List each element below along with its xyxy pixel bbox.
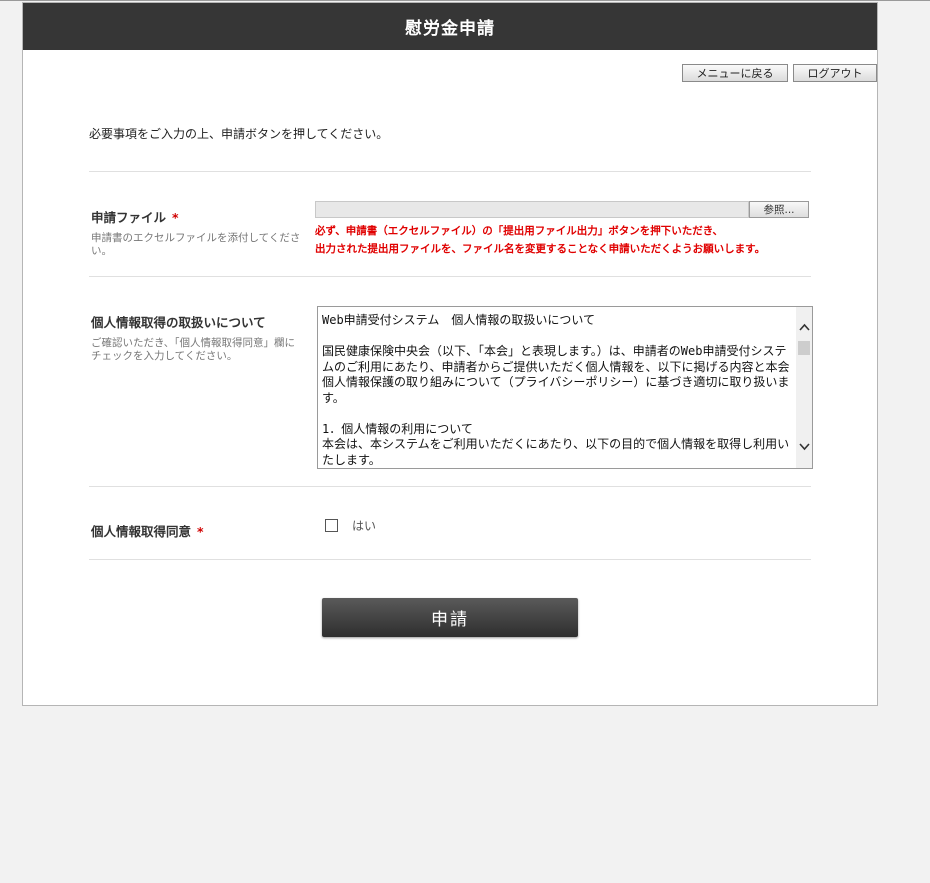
privacy-policy-textarea[interactable]: Web申請受付システム 個人情報の取扱いについて 国民健康保険中央会（以下、「本… — [317, 306, 813, 469]
intro-text: 必要事項をご入力の上、申請ボタンを押してください。 — [89, 127, 389, 141]
scroll-thumb[interactable] — [798, 341, 810, 355]
file-field-label-text: 申請ファイル — [91, 210, 167, 225]
required-mark: * — [197, 524, 204, 539]
privacy-field-help: ご確認いただき、「個人情報取得同意」欄にチェックを入力してください。 — [91, 337, 296, 362]
file-warning: 必ず、申請書（エクセルファイル）の「提出用ファイル出力」ボタンを押下いただき、 … — [315, 222, 855, 258]
file-warning-line2: 出力された提出用ファイルを、ファイル名を変更することなく申請いただくようお願いし… — [315, 243, 766, 255]
consent-checkbox[interactable] — [325, 519, 338, 532]
consent-checkbox-label[interactable]: はい — [352, 517, 376, 534]
divider — [89, 171, 811, 172]
required-mark: * — [172, 210, 179, 225]
file-field-label: 申請ファイル * — [91, 207, 179, 226]
divider — [89, 276, 811, 277]
submit-button[interactable]: 申請 — [322, 598, 578, 637]
consent-field-label-text: 個人情報取得同意 — [91, 524, 192, 539]
privacy-policy-text: Web申請受付システム 個人情報の取扱いについて 国民健康保険中央会（以下、「本… — [322, 313, 790, 467]
consent-field-label: 個人情報取得同意 * — [91, 521, 204, 540]
divider — [89, 486, 811, 487]
back-to-menu-button[interactable]: メニューに戻る — [682, 64, 788, 82]
chevron-up-icon[interactable] — [796, 319, 812, 335]
privacy-field-label: 個人情報取得の取扱いについて — [91, 315, 266, 330]
divider — [89, 559, 811, 560]
browse-button[interactable]: 参照... — [749, 201, 809, 218]
logout-button[interactable]: ログアウト — [793, 64, 877, 82]
file-path-input[interactable] — [315, 201, 749, 218]
page-header: 慰労金申請 — [23, 3, 877, 50]
page-title: 慰労金申請 — [405, 19, 495, 39]
application-panel: 慰労金申請 メニューに戻る ログアウト 必要事項をご入力の上、申請ボタンを押して… — [22, 2, 878, 706]
chevron-down-icon[interactable] — [796, 439, 812, 455]
file-warning-line1: 必ず、申請書（エクセルファイル）の「提出用ファイル出力」ボタンを押下いただき、 — [315, 225, 724, 237]
window-top-border — [0, 0, 930, 1]
file-field-help: 申請書のエクセルファイルを添付してください。 — [91, 232, 301, 257]
privacy-scrollbar[interactable] — [796, 307, 812, 468]
